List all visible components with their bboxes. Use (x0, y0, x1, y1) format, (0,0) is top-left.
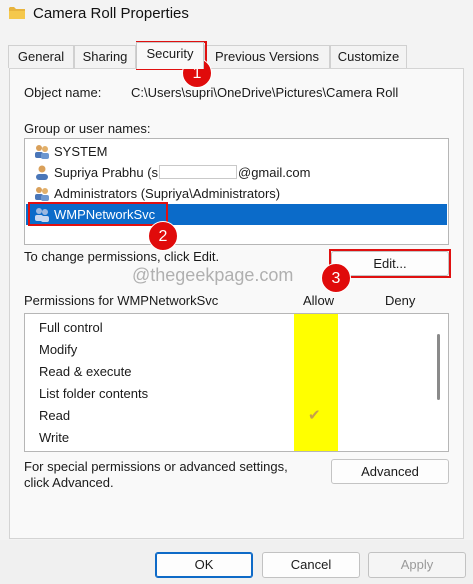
group-users-label: Group or user names: (24, 121, 151, 136)
tab-general[interactable]: General (8, 45, 74, 68)
user-row-wmpnetworksvc[interactable]: WMPNetworkSvc (26, 204, 447, 225)
object-name-label: Object name: (24, 85, 102, 100)
users-icon (35, 208, 49, 222)
special-text-line2: click Advanced. (24, 475, 114, 490)
deny-header: Deny (385, 293, 416, 308)
read-allow-check-icon: ✔ (308, 407, 321, 424)
cancel-button[interactable]: Cancel (262, 552, 360, 578)
watermark: @thegeekpage.com (132, 265, 294, 285)
user-name: SYSTEM (54, 144, 108, 159)
special-permissions-text: For special permissions or advanced sett… (24, 459, 288, 491)
user-email-suffix: @gmail.com (238, 165, 311, 180)
window-title: Camera Roll Properties (33, 5, 189, 22)
users-list[interactable]: SYSTEM Supriya Prabhu (s @gmail.com Admi… (24, 138, 449, 245)
annotation-step-3: 3 (321, 263, 351, 293)
tab-security[interactable]: Security (136, 42, 204, 69)
user-name: WMPNetworkSvc (54, 207, 156, 222)
scrollbar-thumb[interactable] (437, 334, 440, 400)
allow-column-highlight (294, 314, 338, 451)
advanced-button[interactable]: Advanced (331, 459, 449, 484)
user-name: Supriya Prabhu (s (54, 165, 159, 180)
permissions-list[interactable]: Full control Modify Read & execute List … (24, 313, 449, 452)
permission-row: Read & execute (39, 364, 132, 379)
tab-sharing[interactable]: Sharing (74, 45, 136, 68)
user-row-administrators[interactable]: Administrators (Supriya\Administrators) (26, 183, 447, 204)
special-text-line1: For special permissions or advanced sett… (24, 459, 288, 474)
tab-previous-versions[interactable]: Previous Versions (204, 45, 330, 68)
object-name-value: C:\Users\supri\OneDrive\Pictures\Camera … (131, 85, 399, 100)
permissions-label: Permissions for WMPNetworkSvc (24, 293, 219, 308)
user-icon (36, 165, 48, 180)
email-redaction (159, 165, 237, 179)
permission-row: Write (39, 430, 70, 445)
permission-row: List folder contents (39, 386, 149, 401)
permission-row: Modify (39, 342, 78, 357)
user-name: Administrators (Supriya\Administrators) (54, 186, 281, 201)
apply-button[interactable]: Apply (368, 552, 466, 578)
change-permissions-text: To change permissions, click Edit. (24, 249, 220, 264)
allow-header: Allow (303, 293, 335, 308)
users-icon (35, 187, 49, 201)
user-row-system[interactable]: SYSTEM (26, 141, 447, 162)
permission-row: Full control (39, 320, 103, 335)
title-bar: Camera Roll Properties (0, 0, 473, 32)
folder-icon (9, 7, 25, 19)
tab-customize[interactable]: Customize (330, 45, 407, 68)
users-icon (35, 145, 49, 159)
ok-button[interactable]: OK (155, 552, 253, 578)
permission-row: Read (39, 408, 71, 423)
annotation-step-2: 2 (148, 221, 178, 251)
